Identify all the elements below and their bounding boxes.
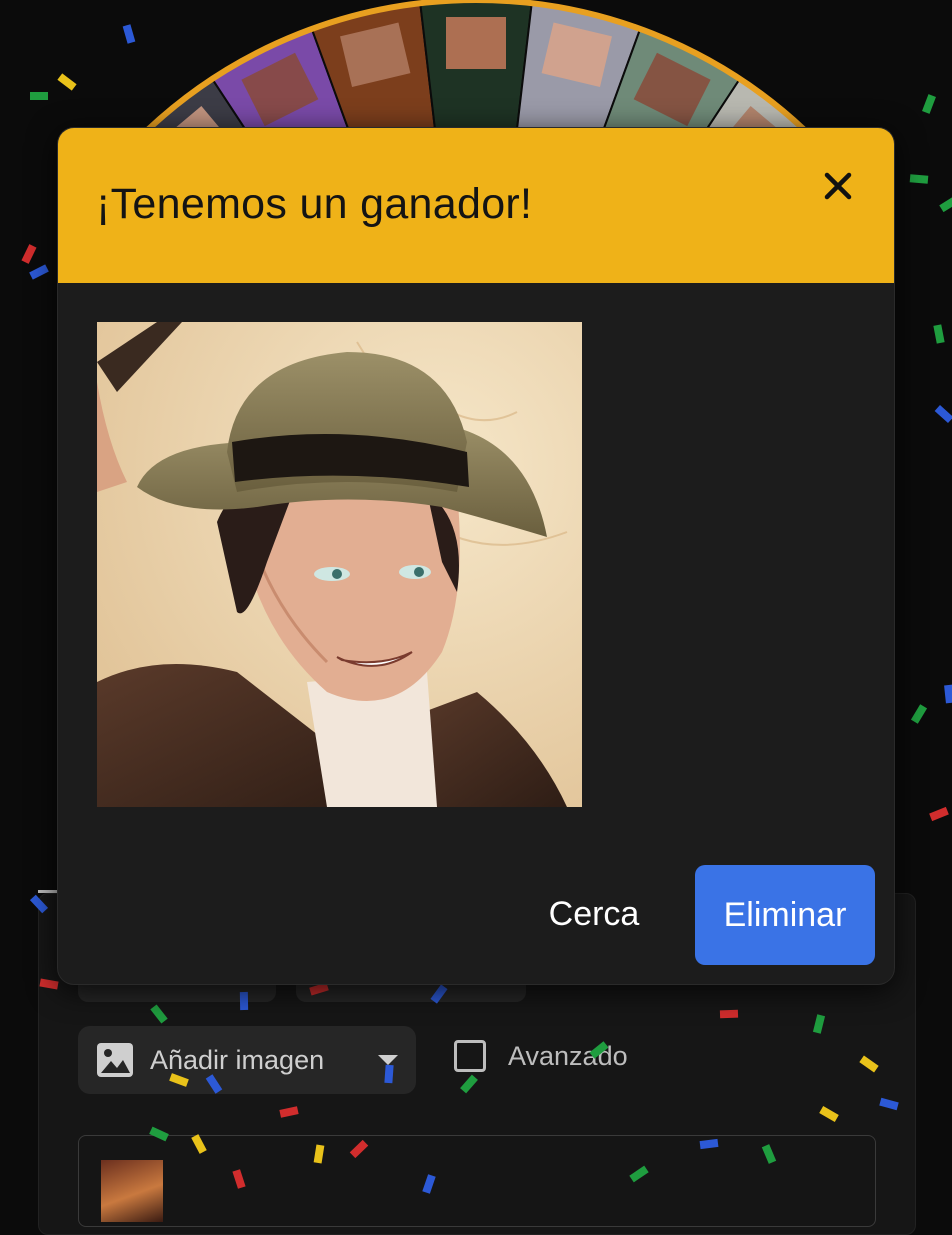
dialog-header: ¡Tenemos un ganador! <box>58 128 894 283</box>
add-image-label: Añadir imagen <box>150 1044 325 1075</box>
advanced-label: Avanzado <box>508 1040 628 1071</box>
remove-button[interactable]: Eliminar <box>695 865 875 965</box>
confetti-piece <box>910 704 928 724</box>
winner-dialog: ¡Tenemos un ganador! Cerca Eliminar <box>58 128 894 984</box>
entries-list <box>78 1135 876 1227</box>
close-icon[interactable] <box>818 166 858 206</box>
checkbox-icon[interactable] <box>454 1040 486 1072</box>
confetti-piece <box>29 264 49 280</box>
confetti-piece <box>21 244 37 264</box>
confetti-piece <box>944 684 952 704</box>
dialog-title: ¡Tenemos un ganador! <box>96 180 533 228</box>
winner-image <box>97 322 582 807</box>
entry-thumbnail[interactable] <box>101 1160 163 1222</box>
chevron-down-icon <box>378 1055 398 1065</box>
confetti-piece <box>934 405 952 423</box>
confetti-piece <box>933 324 945 344</box>
image-icon <box>97 1043 133 1077</box>
confetti-piece <box>929 806 949 822</box>
wheel-entry-thumbnail <box>446 17 506 69</box>
add-image-button[interactable]: Añadir imagen <box>78 1026 416 1094</box>
close-button[interactable]: Cerca <box>524 866 664 962</box>
advanced-toggle[interactable]: Avanzado <box>454 1040 628 1072</box>
